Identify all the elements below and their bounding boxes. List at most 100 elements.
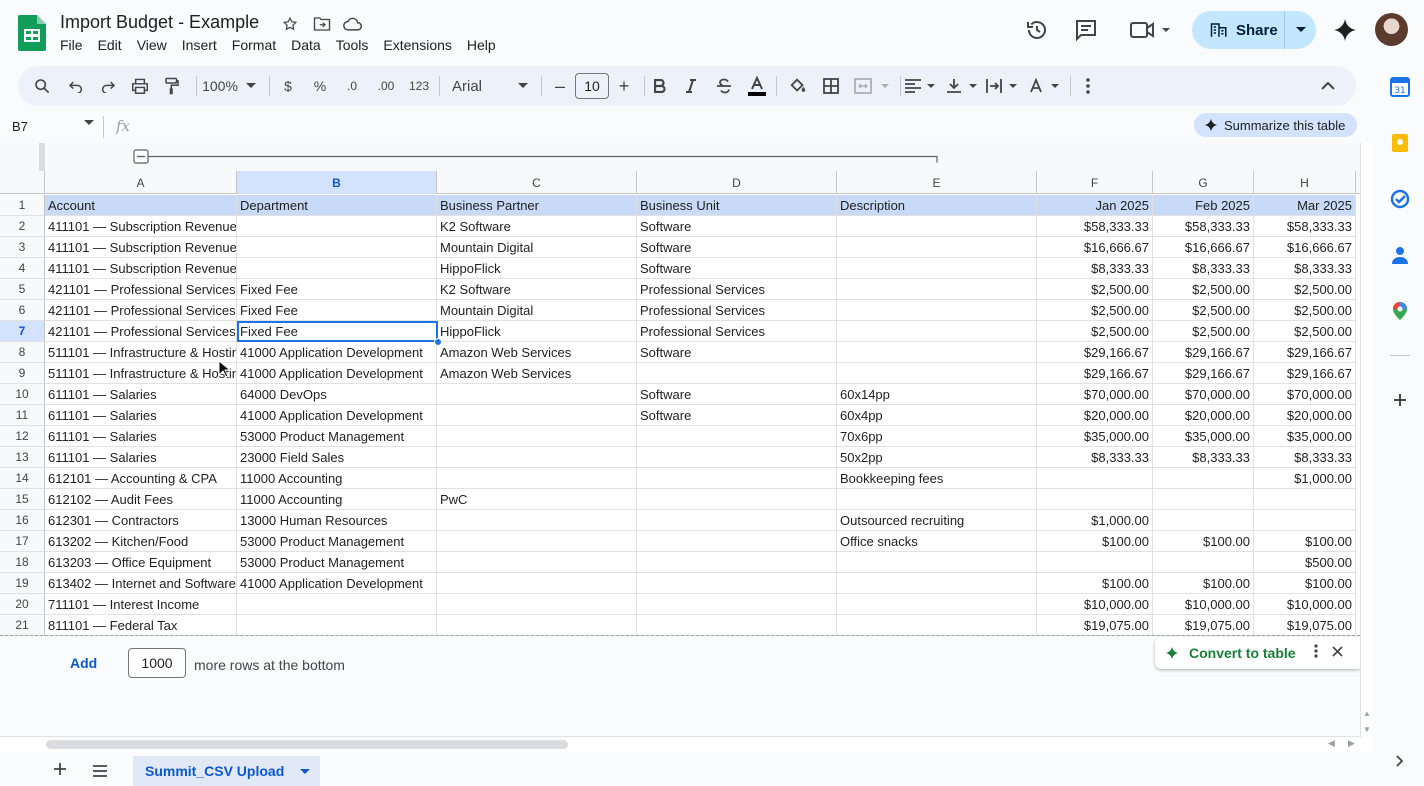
header-cell[interactable]: Business Partner [437,195,637,216]
header-cell[interactable]: Feb 2025 [1153,195,1254,216]
column-header-g[interactable]: G [1153,171,1254,194]
fill-color-icon[interactable] [786,66,810,106]
table-cell[interactable]: $100.00 [1153,573,1254,594]
table-cell[interactable]: $35,000.00 [1153,426,1254,447]
name-box[interactable]: B7 [12,119,28,134]
table-cell[interactable]: Fixed Fee [237,300,437,321]
table-cell[interactable]: 41000 Application Development [237,573,437,594]
menu-file[interactable]: File [60,37,83,53]
row-header[interactable]: 11 [0,405,45,426]
table-cell[interactable]: Software [637,405,837,426]
table-cell[interactable]: 411101 — Subscription Revenue [45,258,237,279]
cloud-saved-icon[interactable] [343,14,363,34]
table-cell[interactable]: $35,000.00 [1037,426,1153,447]
table-cell[interactable]: 53000 Product Management [237,531,437,552]
row-header[interactable]: 8 [0,342,45,363]
add-sheet-icon[interactable] [53,762,67,781]
table-cell[interactable]: 511101 — Infrastructure & Hosting [45,342,237,363]
keep-icon[interactable] [1389,132,1411,154]
menu-format[interactable]: Format [232,37,276,53]
table-cell[interactable]: 411101 — Subscription Revenue [45,237,237,258]
close-icon[interactable] [1332,644,1343,662]
table-cell[interactable]: Amazon Web Services [437,363,637,384]
table-cell[interactable] [637,447,837,468]
table-cell[interactable]: Mountain Digital [437,300,637,321]
table-cell[interactable] [637,510,837,531]
gemini-sparkle-icon[interactable] [1331,16,1359,44]
table-cell[interactable] [237,615,437,636]
search-menus-icon[interactable] [30,66,54,106]
table-cell[interactable]: 611101 — Salaries [45,384,237,405]
table-cell[interactable]: $100.00 [1037,531,1153,552]
share-button[interactable]: Share [1192,11,1316,49]
redo-icon[interactable] [96,66,120,106]
table-cell[interactable] [837,489,1037,510]
table-cell[interactable]: Professional Services [637,321,837,342]
row-header[interactable]: 5 [0,279,45,300]
bold-icon[interactable] [648,66,672,106]
merge-cells-icon[interactable] [852,66,892,106]
table-cell[interactable] [837,237,1037,258]
table-cell[interactable]: 11000 Accounting [237,468,437,489]
table-cell[interactable]: Fixed Fee [237,279,437,300]
table-cell[interactable]: $20,000.00 [1153,405,1254,426]
table-cell[interactable]: $100.00 [1254,531,1356,552]
table-cell[interactable]: 611101 — Salaries [45,405,237,426]
header-cell[interactable]: Jan 2025 [1037,195,1153,216]
menu-view[interactable]: View [137,37,167,53]
table-cell[interactable]: $29,166.67 [1037,363,1153,384]
get-addons-icon[interactable] [1389,389,1411,411]
table-cell[interactable]: $2,500.00 [1254,300,1356,321]
star-icon[interactable] [280,14,300,34]
account-avatar[interactable] [1375,13,1408,46]
table-cell[interactable]: $8,333.33 [1254,447,1356,468]
table-cell[interactable] [837,615,1037,636]
column-header-c[interactable]: C [437,171,637,194]
table-cell[interactable] [437,594,637,615]
row-header[interactable]: 13 [0,447,45,468]
table-cell[interactable]: $100.00 [1254,573,1356,594]
version-history-icon[interactable] [1023,16,1051,44]
table-cell[interactable] [437,384,637,405]
table-cell[interactable]: $19,075.00 [1153,615,1254,636]
table-cell[interactable] [637,615,837,636]
column-header-e[interactable]: E [837,171,1037,194]
table-cell[interactable]: $8,333.33 [1037,258,1153,279]
increase-decimal-button[interactable]: .00 [372,66,400,106]
convert-more-icon[interactable] [1313,643,1318,663]
table-cell[interactable]: 421101 — Professional Services [45,279,237,300]
table-cell[interactable] [837,363,1037,384]
table-cell[interactable] [637,573,837,594]
table-cell[interactable]: Software [637,342,837,363]
column-header-f[interactable]: F [1037,171,1153,194]
strikethrough-icon[interactable] [712,66,736,106]
menu-insert[interactable]: Insert [182,37,217,53]
table-cell[interactable]: 613402 — Internet and Software [45,573,237,594]
table-cell[interactable] [1153,489,1254,510]
table-cell[interactable] [637,363,837,384]
text-color-icon[interactable] [745,66,769,106]
more-options-icon[interactable] [1076,66,1100,106]
table-cell[interactable] [1037,489,1153,510]
italic-icon[interactable] [679,66,703,106]
table-cell[interactable]: $1,000.00 [1254,468,1356,489]
horizontal-scrollbar[interactable] [46,740,568,749]
table-cell[interactable]: $10,000.00 [1037,594,1153,615]
table-cell[interactable]: $2,500.00 [1153,279,1254,300]
borders-icon[interactable] [819,66,843,106]
horizontal-align-icon[interactable] [902,66,938,106]
table-cell[interactable]: $100.00 [1153,531,1254,552]
table-cell[interactable]: 612102 — Audit Fees [45,489,237,510]
header-cell[interactable]: Account [45,195,237,216]
table-cell[interactable] [437,615,637,636]
table-cell[interactable]: K2 Software [437,279,637,300]
table-cell[interactable]: 53000 Product Management [237,552,437,573]
increase-font-size-button[interactable]: + [612,66,636,106]
table-cell[interactable] [837,342,1037,363]
row-header[interactable]: 15 [0,489,45,510]
table-cell[interactable]: $16,666.67 [1153,237,1254,258]
table-cell[interactable]: $16,666.67 [1254,237,1356,258]
table-cell[interactable] [237,594,437,615]
header-cell[interactable]: Description [837,195,1037,216]
row-header[interactable]: 2 [0,216,45,237]
